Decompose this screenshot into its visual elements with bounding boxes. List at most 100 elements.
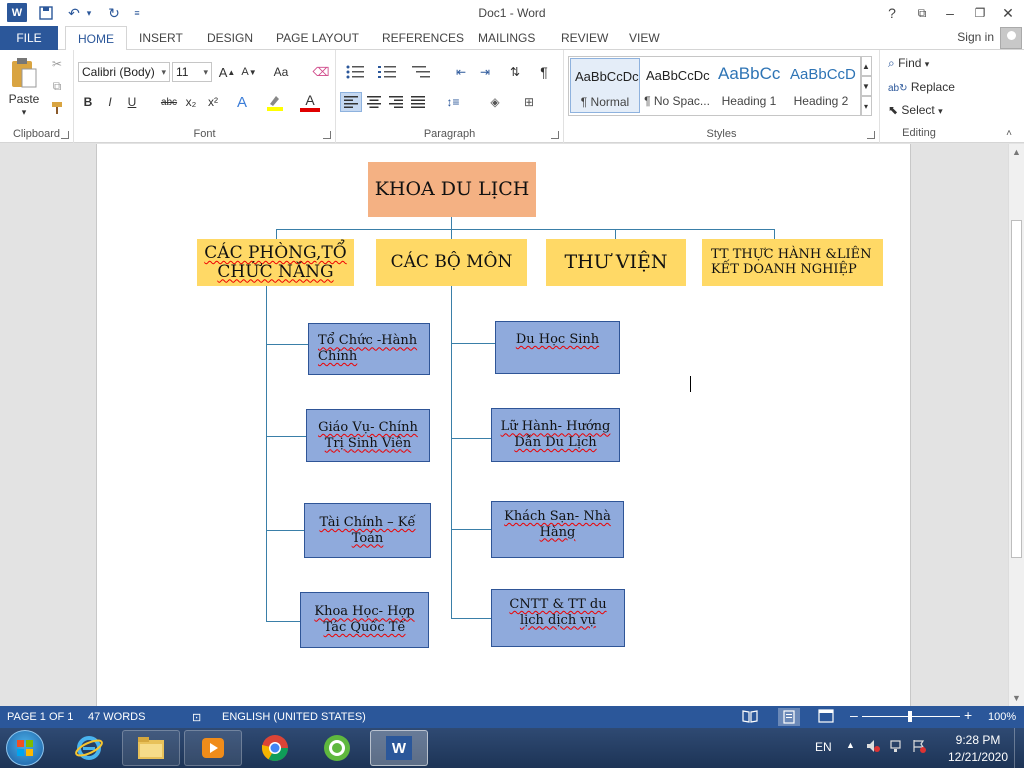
find-button[interactable]: ⌕ Find ▾ [888,56,929,71]
proofing-icon[interactable]: ⊡ [192,711,201,724]
cut-icon[interactable]: ✂ [48,56,66,72]
change-case-button[interactable]: Aa [268,62,294,82]
font-color-button[interactable]: A [300,92,320,112]
org-subj-2[interactable]: Lữ Hành- Hướng Dẫn Du Lịch [491,408,620,462]
tab-view[interactable]: VIEW [629,26,660,50]
word-count[interactable]: 47 WORDS [88,711,145,723]
style-normal[interactable]: AaBbCcDc ¶ Normal [570,58,640,113]
media-player-icon[interactable] [184,730,242,766]
sign-in-link[interactable]: Sign in [957,30,994,44]
tab-file[interactable]: FILE [0,26,58,50]
help-icon[interactable]: ? [880,2,904,24]
org-dept-3[interactable]: Tài Chính – Kế Toán [304,503,431,558]
language-indicator[interactable]: ENGLISH (UNITED STATES) [222,711,366,723]
zoom-in-icon[interactable]: + [964,707,972,723]
org-subj-1[interactable]: Du Học Sinh [495,321,620,374]
format-painter-icon[interactable] [48,100,66,116]
word-icon[interactable]: W [370,730,428,766]
paste-button[interactable]: Paste [4,92,44,106]
volume-muted-icon[interactable] [866,739,880,756]
avatar[interactable] [1000,27,1022,49]
action-center-icon[interactable] [912,739,926,756]
input-language[interactable]: EN [815,740,832,754]
show-desktop-button[interactable] [1014,728,1024,768]
align-center-icon[interactable] [364,92,384,112]
clear-formatting-icon[interactable]: ⌫ [312,62,330,82]
font-launcher-icon[interactable] [323,131,331,139]
borders-icon[interactable]: ⊞ [516,92,542,112]
scroll-up-icon[interactable]: ▲ [1009,145,1024,159]
decrease-indent-icon[interactable]: ⇤ [450,62,472,82]
underline-button[interactable]: U [124,92,140,112]
align-left-icon[interactable] [340,92,362,112]
font-size-dropdown[interactable]: 11 [172,62,212,82]
zoom-out-icon[interactable]: – [850,707,858,723]
style-no-spacing[interactable]: AaBbCcDc ¶ No Spac... [642,58,712,113]
network-icon[interactable] [890,739,904,756]
file-explorer-icon[interactable] [122,730,180,766]
style-heading-2[interactable]: AaBbCcD Heading 2 [786,58,856,113]
org-level1-subjects[interactable]: CÁC BỘ MÔN [376,239,527,286]
sort-icon[interactable]: ⇅ [504,62,526,82]
org-dept-2[interactable]: Giáo Vụ- Chính Trị Sinh Viên [306,409,430,462]
styles-more-icon[interactable]: ▾ [860,96,872,116]
styles-scroll-up-icon[interactable]: ▲ [860,56,872,76]
scroll-down-icon[interactable]: ▼ [1009,691,1024,705]
read-mode-icon[interactable] [742,709,758,726]
internet-explorer-icon[interactable] [60,730,118,766]
copy-icon[interactable]: ⧉ [48,78,66,94]
start-button[interactable] [6,730,44,766]
paste-dropdown-icon[interactable]: ▾ [18,106,30,118]
zoom-level[interactable]: 100% [988,711,1016,723]
restore-icon[interactable]: ❐ [968,2,992,24]
increase-indent-icon[interactable]: ⇥ [474,62,496,82]
org-level1-practice-center[interactable]: TT THỰC HÀNH &LIÊN KẾT DOANH NGHIỆP [702,239,883,286]
grow-font-icon[interactable]: A ▲ [218,62,236,82]
tab-insert[interactable]: INSERT [139,26,183,50]
shading-icon[interactable]: ◈ [482,92,508,112]
line-spacing-icon[interactable]: ↕≡ [440,92,466,112]
tab-references[interactable]: REFERENCES [382,26,464,50]
shrink-font-icon[interactable]: A ▼ [240,62,258,82]
text-effects-button[interactable]: A [232,92,252,112]
subscript-button[interactable]: x₂ [182,92,200,112]
bold-button[interactable]: B [80,92,96,112]
paragraph-launcher-icon[interactable] [551,131,559,139]
zoom-slider-handle[interactable] [908,711,912,722]
tab-page-layout[interactable]: PAGE LAYOUT [276,26,359,50]
web-layout-icon[interactable] [818,709,834,726]
chrome-icon[interactable] [246,730,304,766]
show-hidden-icons-icon[interactable]: ▲ [846,740,855,750]
tab-review[interactable]: REVIEW [561,26,608,50]
minimize-icon[interactable]: – [938,2,962,24]
superscript-button[interactable]: x² [204,92,222,112]
styles-launcher-icon[interactable] [867,131,875,139]
collapse-ribbon-icon[interactable]: ˄ [1002,126,1016,140]
font-name-dropdown[interactable]: Calibri (Body) [78,62,170,82]
org-dept-4[interactable]: Khoa Học- Hợp Tác Quốc Tế [300,592,429,648]
scrollbar-thumb[interactable] [1011,220,1022,558]
highlight-color-icon[interactable] [264,92,286,112]
align-right-icon[interactable] [386,92,406,112]
styles-scroll-down-icon[interactable]: ▼ [860,76,872,96]
clock-time[interactable]: 9:28 PM [946,733,1010,747]
org-root-box[interactable]: KHOA DU LỊCH [368,162,536,217]
tab-home[interactable]: HOME [65,26,127,51]
print-layout-icon[interactable] [778,708,800,726]
replace-button[interactable]: ab↻ Replace [888,80,955,94]
select-button[interactable]: ⬉ Select ▾ [888,103,943,117]
justify-icon[interactable] [408,92,428,112]
tab-mailings[interactable]: MAILINGS [478,26,535,50]
org-subj-4[interactable]: CNTT & TT du lịch dịch vụ [491,589,625,647]
italic-button[interactable]: I [102,92,118,112]
tab-design[interactable]: DESIGN [207,26,253,50]
document-page[interactable]: KHOA DU LỊCH CÁC PHÒNG,TỔ CHỨC NĂNG CÁC … [96,144,911,706]
org-level1-departments[interactable]: CÁC PHÒNG,TỔ CHỨC NĂNG [197,239,354,286]
numbering-icon[interactable] [374,62,400,82]
paste-icon[interactable] [10,56,38,90]
strikethrough-button[interactable]: abc [158,92,180,112]
ribbon-display-options-icon[interactable]: ⧉ [910,2,934,24]
show-hide-formatting-button[interactable]: ¶ [534,62,554,82]
style-heading-1[interactable]: AaBbCc Heading 1 [714,58,784,113]
org-dept-1[interactable]: Tổ Chức -Hành Chính [308,323,430,375]
